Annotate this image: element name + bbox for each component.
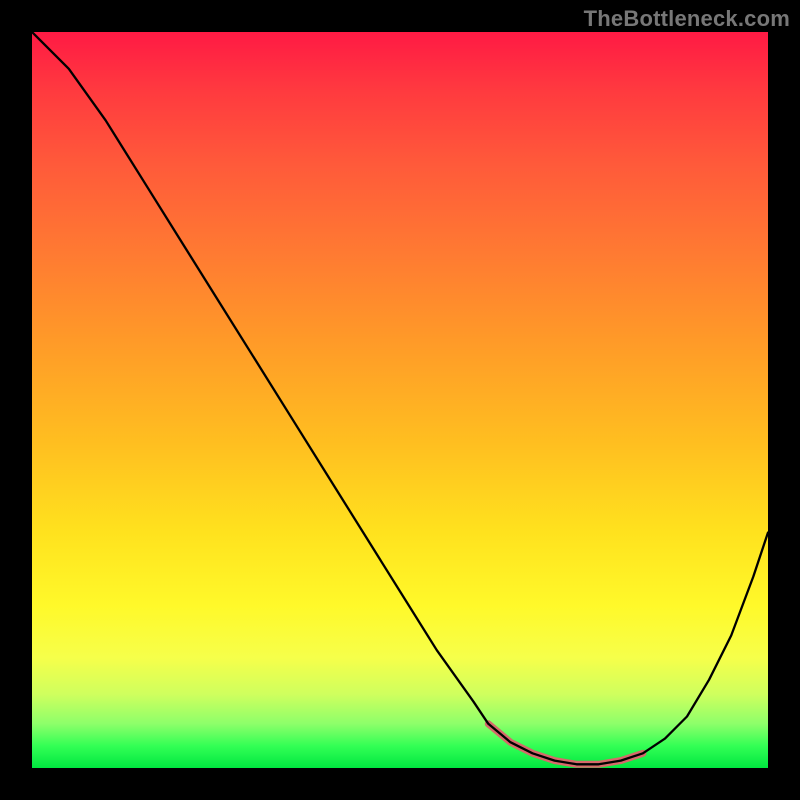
highlight-band — [488, 724, 643, 765]
chart-area — [32, 32, 768, 768]
chart-svg — [32, 32, 768, 768]
watermark-label: TheBottleneck.com — [584, 6, 790, 32]
bottleneck-curve — [32, 32, 768, 764]
